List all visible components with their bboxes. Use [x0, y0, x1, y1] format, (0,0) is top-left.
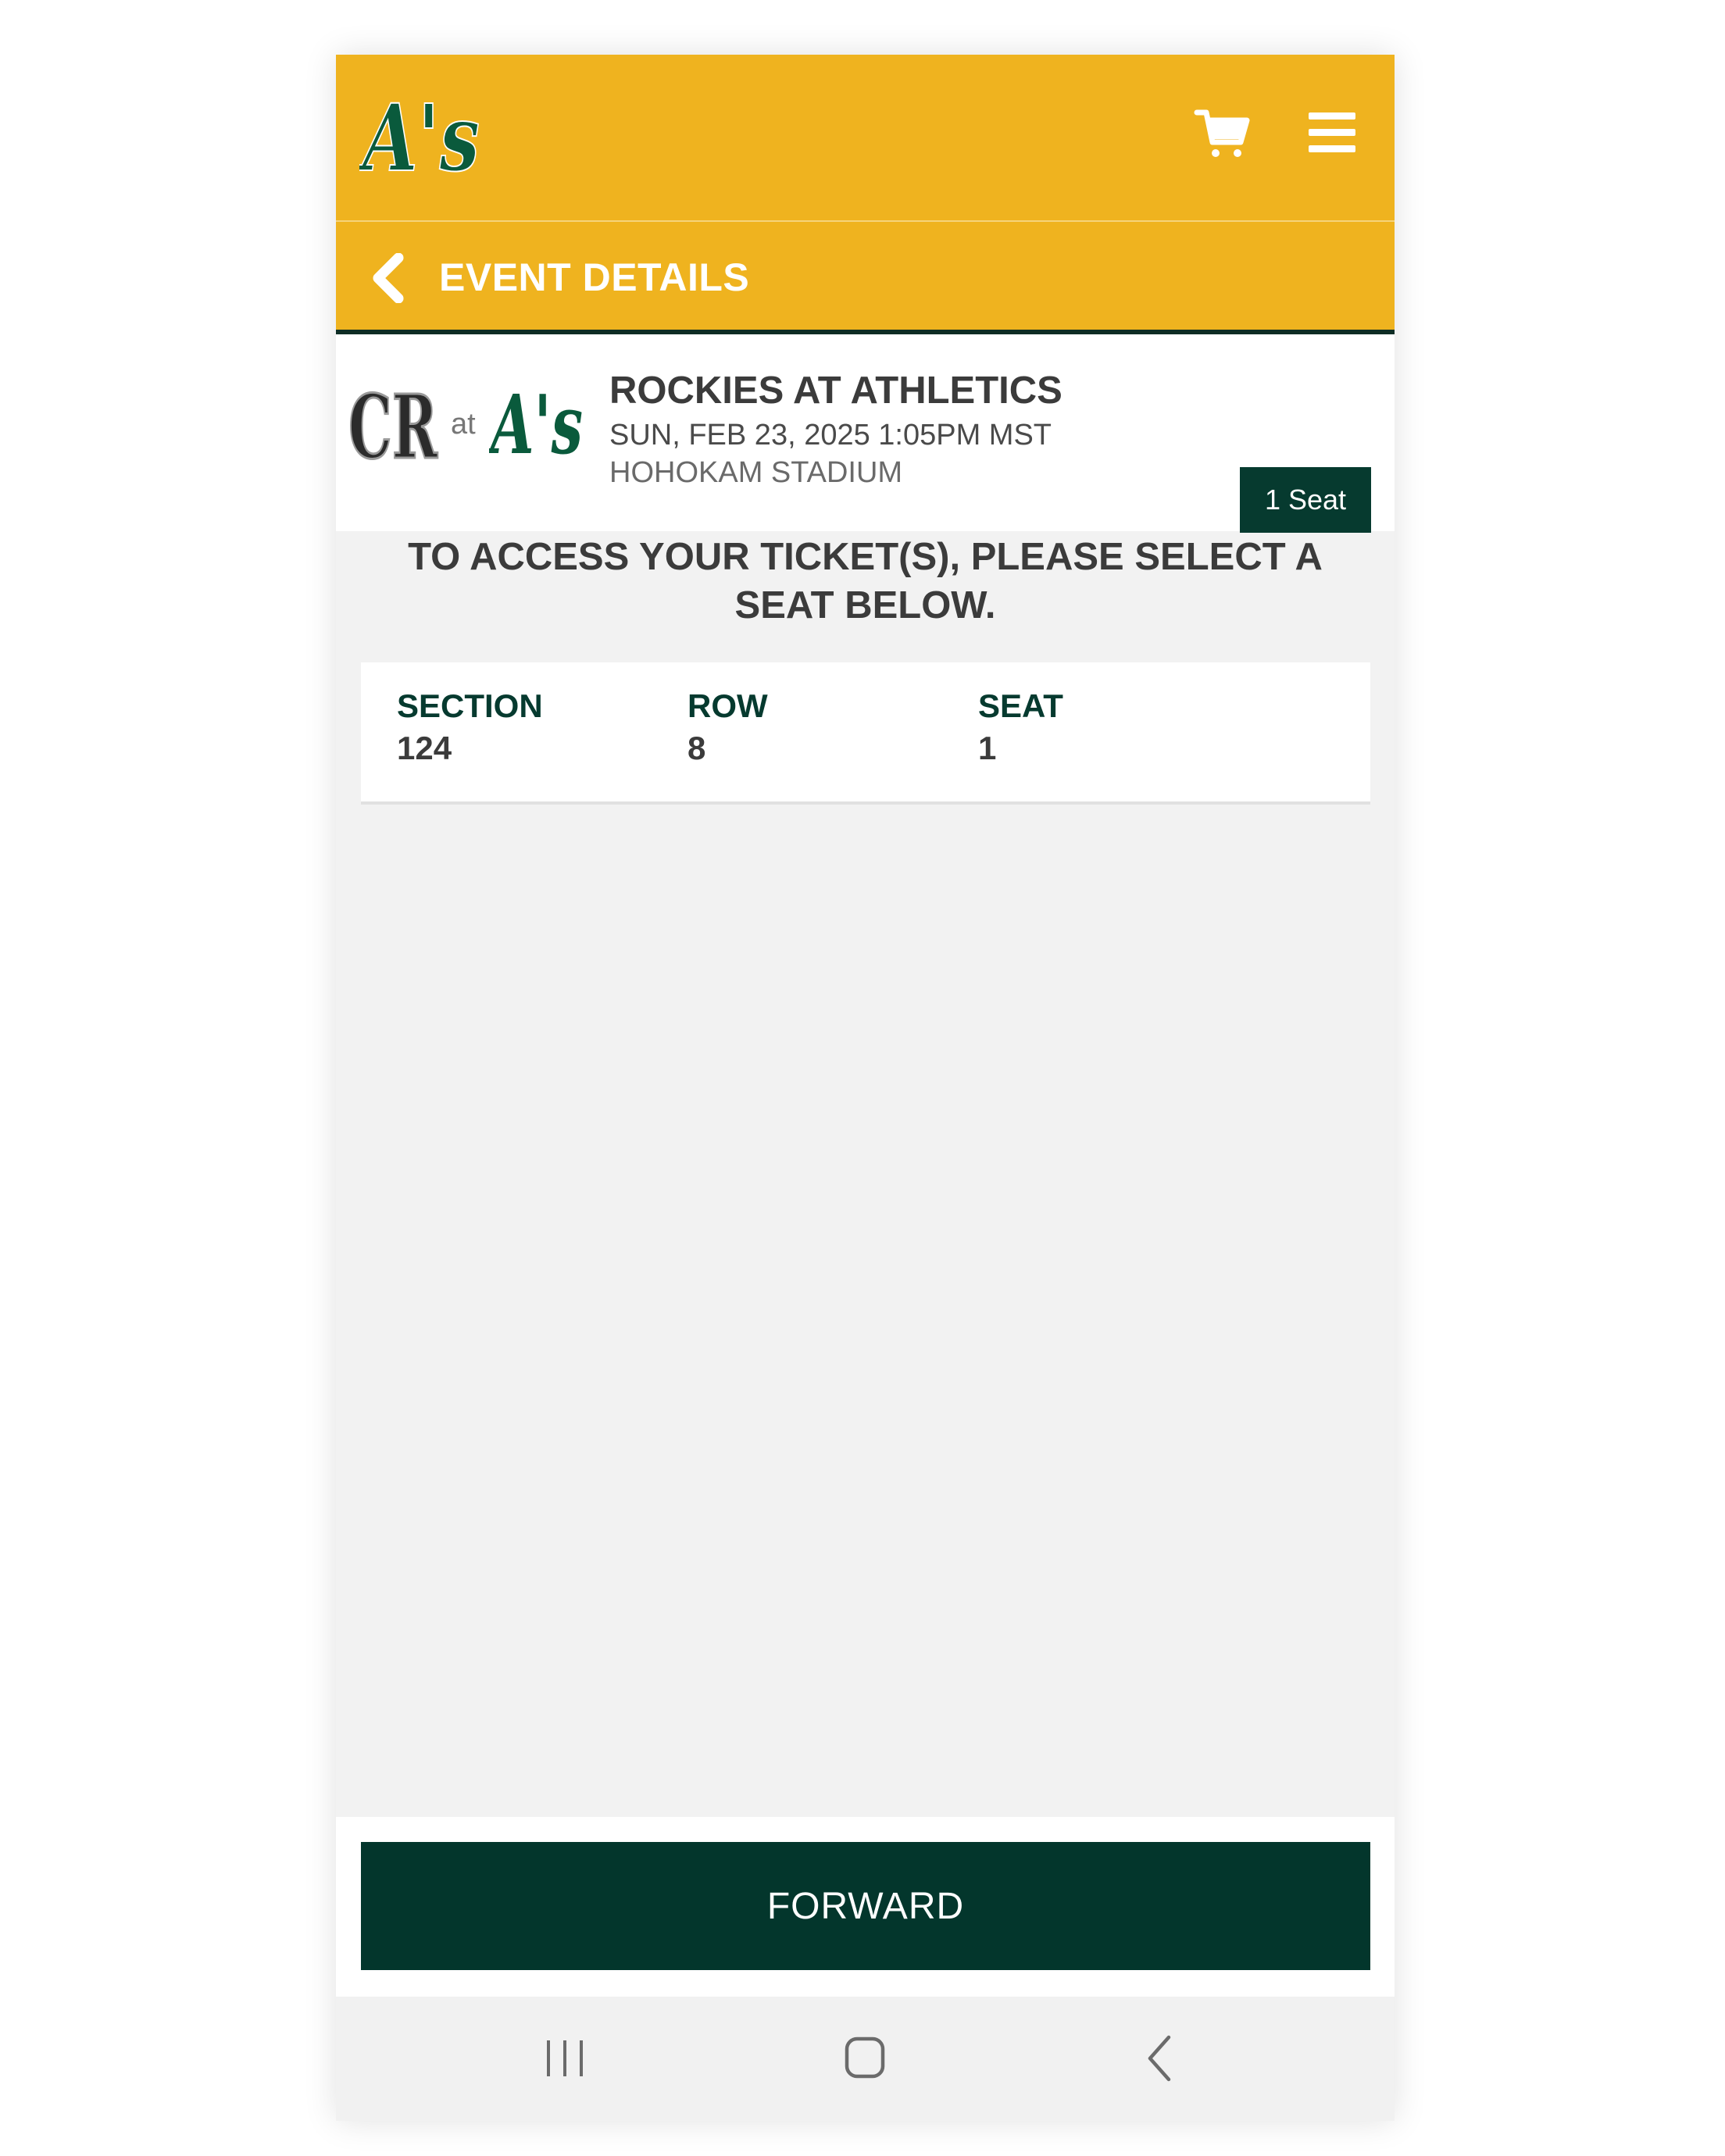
system-nav-bar	[336, 1997, 1395, 2121]
row-column: ROW 8	[688, 687, 768, 767]
app-header: A's	[336, 55, 1395, 222]
seat-column: SEAT 1	[978, 687, 1063, 767]
athletics-logo[interactable]: A's	[359, 83, 484, 184]
cart-icon[interactable]	[1194, 105, 1250, 161]
sub-header: EVENT DETAILS	[336, 222, 1395, 334]
athletics-logo-text: A's	[359, 84, 480, 184]
row-label: ROW	[688, 687, 768, 724]
at-label: at	[451, 408, 476, 441]
hamburger-menu-icon[interactable]	[1309, 109, 1355, 156]
instructions-text: TO ACCESS YOUR TICKET(S), PLEASE SELECT …	[408, 536, 1323, 626]
seat-value: 1	[978, 730, 997, 766]
seat-card[interactable]: SECTION 124 ROW 8 SEAT 1	[361, 662, 1370, 805]
section-column: SECTION 124	[397, 687, 543, 767]
page-title: EVENT DETAILS	[439, 255, 750, 299]
event-title: ROCKIES AT ATHLETICS	[609, 369, 1062, 412]
athletics-small-logo: A's	[489, 377, 583, 462]
recent-apps-icon[interactable]	[538, 2031, 592, 2086]
seat-count-badge: 1 Seat	[1240, 467, 1371, 533]
athletics-small-logo-text: A's	[489, 377, 583, 462]
home-icon[interactable]	[838, 2031, 892, 2086]
rockies-logo-text: CR	[348, 377, 438, 470]
event-summary: CR at A's ROCKIES AT ATHLETICS SUN, FEB …	[336, 334, 1395, 533]
event-date: SUN, FEB 23, 2025 1:05PM MST	[609, 419, 1052, 452]
section-value: 124	[397, 730, 452, 766]
row-value: 8	[688, 730, 706, 766]
back-icon[interactable]	[1133, 2031, 1188, 2086]
chevron-left-icon[interactable]	[367, 253, 411, 303]
seat-label: SEAT	[978, 687, 1063, 724]
section-label: SECTION	[397, 687, 543, 724]
rockies-logo: CR	[348, 376, 440, 471]
event-venue: HOHOKAM STADIUM	[609, 456, 903, 489]
phone-screen: A's EVENT DETAILS CR at A's ROCKIES AT A…	[336, 55, 1395, 2121]
forward-button[interactable]: FORWARD	[361, 1842, 1370, 1970]
